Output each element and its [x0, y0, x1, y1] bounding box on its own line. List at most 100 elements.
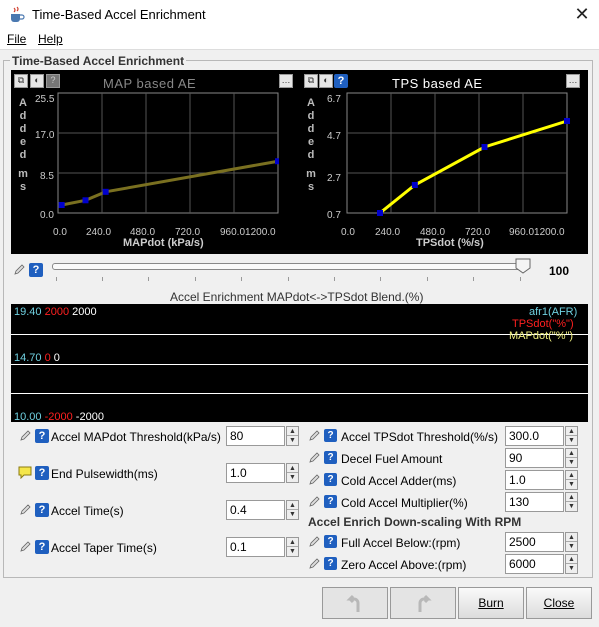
accel-tpsdot-threshold-input[interactable]: 300.0 [505, 426, 564, 446]
help-icon[interactable]: ? [324, 429, 337, 442]
tps-curve-point[interactable] [481, 144, 488, 150]
edit-pencil-icon[interactable] [13, 263, 26, 276]
map-curve-point[interactable] [275, 158, 279, 165]
spinner-up-icon[interactable]: ▲ [566, 449, 577, 458]
zero-accel-above-spinner[interactable]: ▲ ▼ [565, 554, 578, 574]
edit-pencil-icon[interactable] [308, 473, 321, 486]
help-icon[interactable]: ? [35, 503, 49, 517]
tps-curve-point[interactable] [564, 118, 570, 124]
spinner-down-icon[interactable]: ▼ [566, 458, 577, 467]
tps-curve-point[interactable] [377, 210, 383, 216]
spinner-up-icon[interactable]: ▲ [287, 427, 298, 436]
accel-mapdot-threshold-spinner[interactable]: ▲ ▼ [286, 426, 299, 446]
cold-accel-multiplier-spinner[interactable]: ▲ ▼ [565, 492, 578, 512]
spinner-down-icon[interactable]: ▼ [287, 436, 298, 445]
help-icon[interactable]: ? [35, 429, 49, 443]
map-curve-point[interactable] [102, 188, 109, 195]
palette-icon[interactable]: ◐ [319, 74, 333, 88]
copy-icon[interactable]: ⧉ [14, 74, 28, 88]
edit-pencil-icon[interactable] [308, 557, 321, 570]
edit-pencil-icon[interactable] [308, 535, 321, 548]
edit-pencil-icon[interactable] [19, 503, 32, 516]
spinner-up-icon[interactable]: ▲ [566, 533, 577, 542]
decel-fuel-amount-input[interactable]: 90 [505, 448, 564, 468]
zero-accel-above-input[interactable]: 6000 [505, 554, 564, 574]
accel-tpsdot-threshold-label: Accel TPSdot Threshold(%/s) [341, 430, 498, 444]
help-icon[interactable]: ? [35, 466, 49, 480]
help-icon[interactable]: ? [324, 451, 337, 464]
menu-help[interactable]: Help [38, 32, 63, 46]
slider-tick [102, 277, 103, 281]
cold-accel-adder-input[interactable]: 1.0 [505, 470, 564, 490]
menu-file[interactable]: File [7, 32, 26, 46]
accel-taper-time-input[interactable]: 0.1 [226, 537, 285, 557]
slider-tick [380, 277, 381, 281]
spinner-up-icon[interactable]: ▲ [566, 555, 577, 564]
map-curve-point[interactable] [82, 197, 89, 204]
undo-icon [346, 594, 360, 612]
ylabel-letter: d [19, 110, 27, 122]
end-pulsewidth-spinner[interactable]: ▲ ▼ [286, 463, 299, 483]
undo-button[interactable] [322, 587, 388, 619]
map-chart-menu-button[interactable]: … [279, 74, 293, 88]
edit-pencil-icon[interactable] [308, 495, 321, 508]
accel-mapdot-threshold-input[interactable]: 80 [226, 426, 285, 446]
help-icon[interactable]: ? [29, 263, 43, 277]
accel-mapdot-threshold-label: Accel MAPdot Threshold(kPa/s) [51, 430, 221, 444]
full-accel-below-spinner[interactable]: ▲ ▼ [565, 532, 578, 552]
spinner-down-icon[interactable]: ▼ [566, 564, 577, 573]
accel-tpsdot-threshold-spinner[interactable]: ▲ ▼ [565, 426, 578, 446]
spinner-up-icon[interactable]: ▲ [287, 538, 298, 547]
tps-curve-point[interactable] [411, 182, 418, 188]
close-window-icon[interactable]: ✕ [571, 3, 593, 25]
accel-time-input[interactable]: 0.4 [226, 500, 285, 520]
menu-bar [0, 30, 599, 50]
help-icon[interactable]: ? [324, 535, 337, 548]
help-icon[interactable]: ? [334, 74, 348, 88]
edit-pencil-icon[interactable] [308, 429, 321, 442]
accel-taper-time-label: Accel Taper Time(s) [51, 541, 157, 555]
help-icon[interactable]: ? [324, 495, 337, 508]
blend-slider-thumb[interactable] [515, 258, 531, 274]
spinner-down-icon[interactable]: ▼ [566, 480, 577, 489]
accel-taper-time-spinner[interactable]: ▲ ▼ [286, 537, 299, 557]
decel-fuel-amount-spinner[interactable]: ▲ ▼ [565, 448, 578, 468]
help-icon[interactable]: ? [324, 557, 337, 570]
spinner-down-icon[interactable]: ▼ [566, 542, 577, 551]
menu-file-label: File [7, 32, 27, 46]
edit-pencil-icon[interactable] [19, 429, 32, 442]
cold-accel-adder-spinner[interactable]: ▲ ▼ [565, 470, 578, 490]
spinner-down-icon[interactable]: ▼ [287, 473, 298, 482]
ylabel-letter: A [307, 97, 315, 109]
close-button[interactable]: Close [526, 587, 592, 619]
spinner-down-icon[interactable]: ▼ [287, 547, 298, 556]
spinner-up-icon[interactable]: ▲ [566, 427, 577, 436]
tps-chart-menu-button[interactable]: … [566, 74, 580, 88]
slider-tick [288, 277, 289, 281]
cold-accel-multiplier-input[interactable]: 130 [505, 492, 564, 512]
spinner-down-icon[interactable]: ▼ [566, 436, 577, 445]
spinner-up-icon[interactable]: ▲ [287, 501, 298, 510]
map-curve-point[interactable] [58, 202, 65, 208]
accel-time-spinner[interactable]: ▲ ▼ [286, 500, 299, 520]
spinner-up-icon[interactable]: ▲ [287, 464, 298, 473]
full-accel-below-input[interactable]: 2500 [505, 532, 564, 552]
palette-icon[interactable]: ◐ [30, 74, 44, 88]
tpsdot-max: 2000 [44, 306, 70, 318]
edit-pencil-icon[interactable] [308, 451, 321, 464]
copy-icon[interactable]: ⧉ [304, 74, 318, 88]
spinner-up-icon[interactable]: ▲ [566, 471, 577, 480]
blend-slider-track[interactable] [52, 263, 527, 270]
comment-icon[interactable] [18, 466, 32, 479]
end-pulsewidth-input[interactable]: 1.0 [226, 463, 285, 483]
spinner-up-icon[interactable]: ▲ [566, 493, 577, 502]
burn-button[interactable]: Burn [458, 587, 524, 619]
help-icon[interactable]: ? [324, 473, 337, 486]
spinner-down-icon[interactable]: ▼ [287, 510, 298, 519]
ylabel-letter: d [307, 123, 315, 135]
edit-pencil-icon[interactable] [19, 540, 32, 553]
redo-button[interactable] [390, 587, 456, 619]
help-icon[interactable]: ? [35, 540, 49, 554]
plot-bottom-values: 10.00 -2000 -2000 [14, 411, 104, 423]
spinner-down-icon[interactable]: ▼ [566, 502, 577, 511]
